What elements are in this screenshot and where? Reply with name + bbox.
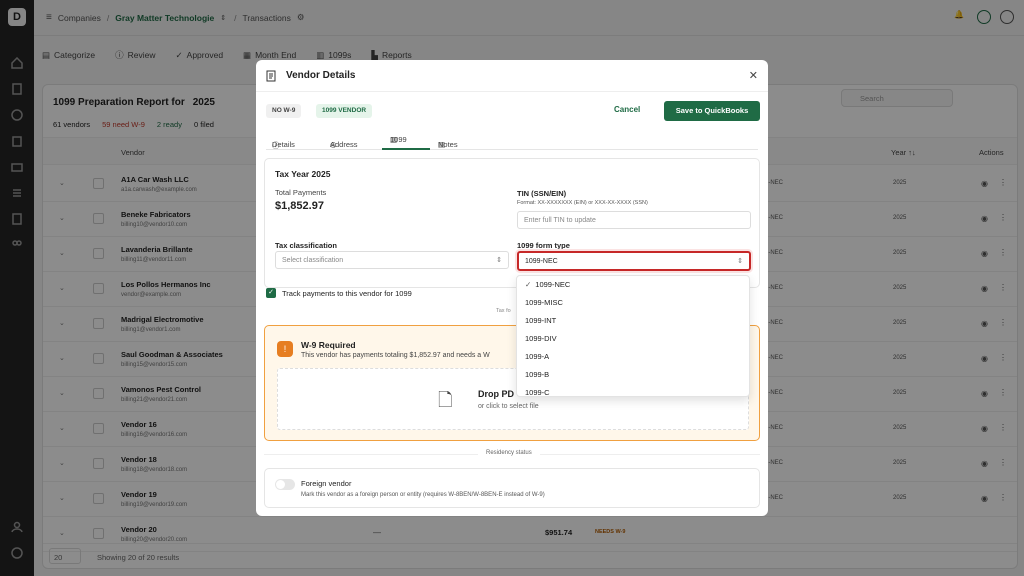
- foreign-vendor-label: Foreign vendor: [301, 479, 352, 488]
- modal-tabs: ⓘ Details ◎ Address ▥ 1099 ▤ Notes: [266, 130, 758, 150]
- tin-label: TIN (SSN/EIN): [517, 189, 567, 198]
- modal-title: Vendor Details: [286, 70, 356, 81]
- option-label: 1099-NEC: [535, 280, 571, 289]
- drop-title: Drop PD: [478, 389, 514, 399]
- option-1099-a[interactable]: 1099-A: [517, 348, 749, 366]
- file-icon: 🗋: [438, 390, 453, 410]
- tax-class-placeholder: Select classification: [282, 257, 344, 264]
- form-type-value: 1099-NEC: [525, 258, 558, 265]
- drop-subtitle: or click to select file: [478, 403, 539, 410]
- tab-label: Address: [330, 140, 358, 149]
- total-payments-value: $1,852.97: [275, 200, 324, 212]
- form-type-label: 1099 form type: [517, 241, 570, 250]
- tin-hint: Format: XX-XXXXXXX (EIN) or XXX-XX-XXXX …: [517, 200, 648, 206]
- tax-class-select[interactable]: Select classification ⇕: [275, 251, 509, 269]
- tab-label: 1099: [390, 135, 407, 144]
- track-label: Track payments to this vendor for 1099: [282, 288, 412, 298]
- foreign-vendor-toggle[interactable]: [275, 479, 295, 490]
- tax-class-label: Tax classification: [275, 241, 337, 250]
- updown-icon: ⇕: [496, 257, 502, 264]
- option-1099-b[interactable]: 1099-B: [517, 366, 749, 384]
- option-1099-int[interactable]: 1099-INT: [517, 312, 749, 330]
- option-1099-c[interactable]: 1099-C: [517, 384, 749, 396]
- modal-header: Vendor Details ✕: [256, 60, 768, 92]
- alert-icon: !: [277, 341, 293, 357]
- save-quickbooks-button[interactable]: Save to QuickBooks: [664, 101, 760, 121]
- foreign-vendor-section: Foreign vendor Mark this vendor as a for…: [264, 468, 760, 508]
- total-payments-label: Total Payments: [275, 188, 327, 197]
- no-w9-badge: NO W-9: [266, 104, 302, 118]
- updown-icon: ⇕: [737, 258, 743, 265]
- tax-year-heading: Tax Year 2025: [275, 169, 331, 179]
- close-icon[interactable]: ✕: [749, 69, 758, 82]
- option-1099-misc[interactable]: 1099-MISC: [517, 294, 749, 312]
- track-checkbox[interactable]: ✓: [266, 288, 276, 298]
- w9-description: This vendor has payments totaling $1,852…: [301, 352, 490, 359]
- form-type-select[interactable]: 1099-NEC ⇕: [517, 251, 751, 271]
- tax-year-section: Tax Year 2025 Total Payments $1,852.97 T…: [264, 158, 760, 288]
- cancel-button[interactable]: Cancel: [614, 105, 640, 114]
- form-type-dropdown: ✓ 1099-NEC 1099-MISC 1099-INT 1099-DIV 10…: [516, 275, 750, 397]
- vendor-badge: 1099 VENDOR: [316, 104, 373, 118]
- tab-label: Details: [272, 140, 295, 149]
- tin-input[interactable]: Enter full TIN to update: [517, 211, 751, 229]
- foreign-vendor-desc: Mark this vendor as a foreign person or …: [301, 492, 545, 498]
- tab-label: Notes: [438, 140, 458, 149]
- tab-1099[interactable]: ▥ 1099: [382, 130, 430, 150]
- option-1099-div[interactable]: 1099-DIV: [517, 330, 749, 348]
- check-icon: ✓: [525, 280, 532, 289]
- residency-label: Residency status: [478, 450, 540, 456]
- option-1099-nec[interactable]: ✓ 1099-NEC: [517, 276, 749, 294]
- tax-form-rule: Tax fo: [496, 308, 511, 314]
- clipboard-icon: [266, 70, 276, 82]
- w9-title: W-9 Required: [301, 340, 356, 350]
- track-payments-row[interactable]: ✓ Track payments to this vendor for 1099: [266, 288, 412, 298]
